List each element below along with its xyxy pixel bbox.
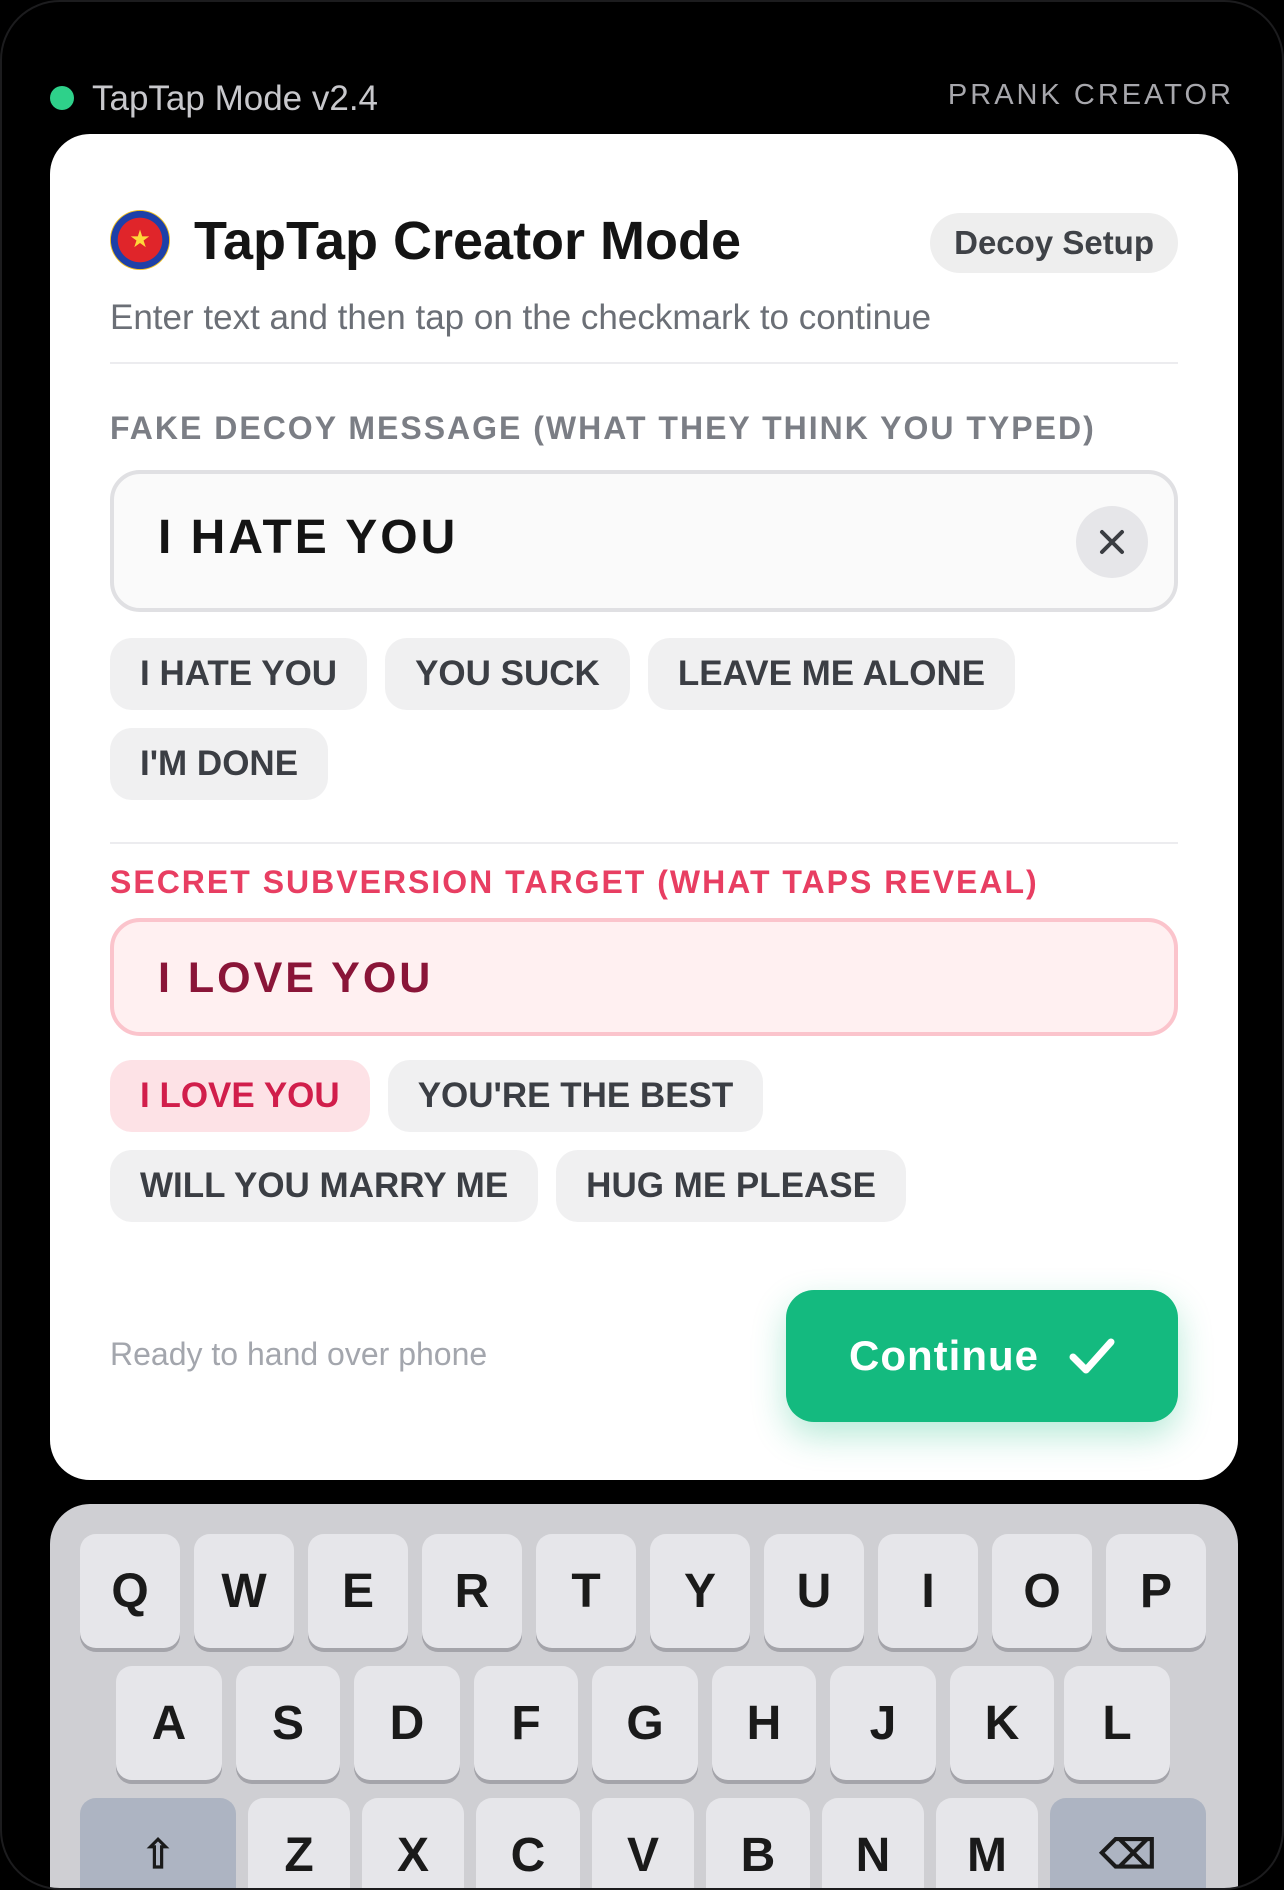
key-z[interactable]: Z [248, 1798, 350, 1888]
key-k[interactable]: K [950, 1666, 1054, 1780]
key-p[interactable]: P [1106, 1534, 1206, 1648]
key-u[interactable]: U [764, 1534, 864, 1648]
secret-suggestion-chip[interactable]: YOU'RE THE BEST [387, 1060, 764, 1132]
key-r[interactable]: R [422, 1534, 522, 1648]
mode-label: PRANK CREATOR [947, 79, 1234, 111]
key-l[interactable]: L [1064, 1666, 1170, 1780]
fake-suggestion-chip[interactable]: LEAVE ME ALONE [647, 638, 1016, 710]
key-m[interactable]: M [936, 1798, 1038, 1888]
fake-suggestions: I HATE YOU YOU SUCK LEAVE ME ALONE I'M D… [110, 638, 1178, 800]
creator-card: ★ TapTap Creator Mode Decoy Setup Enter … [50, 134, 1238, 1480]
fake-suggestion-chip[interactable]: I'M DONE [110, 728, 329, 800]
key-a[interactable]: A [116, 1666, 222, 1780]
key-y[interactable]: Y [650, 1534, 750, 1648]
app-version: TapTap Mode v2.4 [92, 79, 379, 118]
card-header: ★ TapTap Creator Mode Decoy Setup [110, 204, 1178, 278]
fake-message-input[interactable]: I HATE YOU [110, 470, 1178, 612]
key-h[interactable]: H [712, 1666, 816, 1780]
shift-key[interactable]: ⇧ [80, 1798, 236, 1888]
secret-suggestion-chip[interactable]: WILL YOU MARRY ME [110, 1150, 539, 1222]
key-c[interactable]: C [476, 1798, 580, 1888]
continue-button[interactable]: Continue [786, 1290, 1178, 1422]
page-title: TapTap Creator Mode [194, 211, 742, 271]
fake-message-value: I HATE YOU [158, 511, 459, 564]
secret-suggestion-chip-selected[interactable]: I LOVE YOU [110, 1060, 370, 1132]
secret-suggestions: I LOVE YOU YOU'RE THE BEST WILL YOU MARR… [110, 1060, 1178, 1222]
key-w[interactable]: W [194, 1534, 294, 1648]
divider [110, 362, 1178, 364]
secret-target-input[interactable]: I LOVE YOU [110, 918, 1178, 1036]
key-j[interactable]: J [830, 1666, 936, 1780]
status-bar: TapTap Mode v2.4 PRANK CREATOR [50, 74, 1234, 124]
secret-suggestion-chip[interactable]: HUG ME PLEASE [556, 1150, 906, 1222]
backspace-key[interactable]: ⌫ [1050, 1798, 1206, 1888]
ready-status-text: Ready to hand over phone [110, 1336, 488, 1372]
key-g[interactable]: G [592, 1666, 698, 1780]
decoy-setup-badge: Decoy Setup [930, 213, 1178, 273]
divider [110, 842, 1178, 844]
key-t[interactable]: T [536, 1534, 636, 1648]
continue-label: Continue [849, 1332, 1039, 1379]
fake-suggestion-chip[interactable]: YOU SUCK [385, 638, 630, 710]
secret-target-value: I LOVE YOU [158, 954, 434, 1002]
key-e[interactable]: E [308, 1534, 408, 1648]
key-d[interactable]: D [354, 1666, 460, 1780]
checkmark-icon [1069, 1338, 1115, 1374]
close-icon [1100, 530, 1124, 554]
fake-message-label: FAKE DECOY MESSAGE (WHAT THEY THINK YOU … [110, 410, 1096, 446]
key-q[interactable]: Q [80, 1534, 180, 1648]
key-s[interactable]: S [236, 1666, 340, 1780]
key-b[interactable]: B [706, 1798, 810, 1888]
secret-target-label: SECRET SUBVERSION TARGET (WHAT TAPS REVE… [110, 864, 1039, 900]
key-o[interactable]: O [992, 1534, 1092, 1648]
instructions-text: Enter text and then tap on the checkmark… [110, 298, 932, 337]
fake-suggestion-chip[interactable]: I HATE YOU [110, 638, 368, 710]
status-dot [50, 86, 74, 110]
clear-button[interactable] [1076, 506, 1148, 578]
key-i[interactable]: I [878, 1534, 978, 1648]
phone-screen: TapTap Mode v2.4 PRANK CREATOR ★ TapTap … [0, 0, 1284, 1890]
badge-logo-icon: ★ [110, 210, 170, 270]
key-n[interactable]: N [822, 1798, 924, 1888]
key-f[interactable]: F [474, 1666, 578, 1780]
key-x[interactable]: X [362, 1798, 464, 1888]
key-v[interactable]: V [592, 1798, 694, 1888]
onscreen-keyboard: Q W E R T Y U I O P A S D F G H J K L ⇧ … [50, 1504, 1238, 1888]
